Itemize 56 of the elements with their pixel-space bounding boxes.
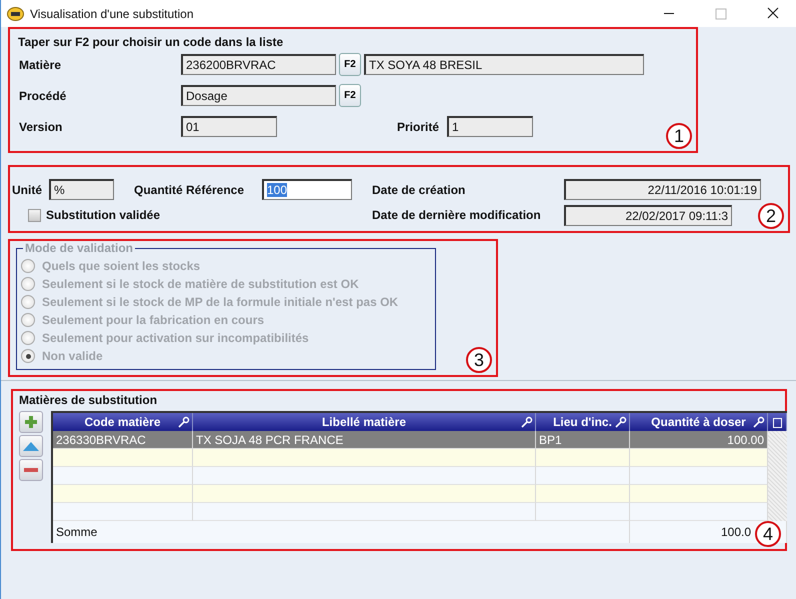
column-header[interactable]: Quantité à doser [630, 413, 768, 431]
search-icon[interactable] [753, 416, 765, 428]
field-label: Unité [12, 182, 43, 196]
triangle-up-icon [23, 442, 39, 450]
minus-icon [24, 468, 38, 472]
input-field[interactable]: TX SOYA 48 BRESIL [364, 54, 644, 75]
field-label: Date de dernière modification [372, 208, 542, 222]
checkbox-label: Substitution validée [46, 208, 162, 222]
field-label: Procédé [19, 88, 68, 102]
field-label: Priorité [397, 120, 440, 134]
column-header[interactable]: Libellé matière [193, 413, 536, 431]
move-up-button[interactable] [19, 435, 43, 457]
plus-icon [24, 415, 38, 429]
field-label: Matière [19, 58, 62, 72]
column-header[interactable]: Code matière [53, 413, 193, 431]
table-cell: TX SOJA 48 PCR FRANCE [193, 431, 536, 449]
callout-badge: 3 [466, 347, 492, 373]
table-cell: 100.00 [630, 431, 768, 449]
callout-badge: 1 [666, 123, 692, 149]
date-field: 22/11/2016 10:01:19 [564, 179, 761, 200]
input-field[interactable]: 1 [447, 116, 533, 137]
field-label: Version [19, 120, 64, 134]
field-label: Date de création [372, 182, 466, 196]
scrollbar[interactable] [768, 431, 787, 521]
window-title: Visualisation d'une substitution [30, 6, 195, 20]
radio-label: Seulement pour la fabrication en cours [42, 313, 264, 327]
radio-label: Seulement si le stock de matière de substitution est OK [42, 277, 359, 291]
callout-badge: 2 [758, 203, 784, 229]
app-logo-icon [7, 6, 24, 21]
column-header[interactable]: Lieu d'inc. [536, 413, 630, 431]
lookup-button[interactable]: F2 [339, 84, 361, 107]
search-icon[interactable] [615, 416, 627, 428]
checkbox[interactable] [28, 208, 41, 222]
lookup-button[interactable]: F2 [339, 53, 361, 76]
radio-label: Seulement si le stock de MP de la formule initiale n'est pas OK [42, 295, 398, 309]
input-field[interactable]: % [49, 179, 114, 200]
group-legend: Taper sur F2 pour choisir un code dans la liste [18, 35, 284, 49]
add-button[interactable] [19, 411, 43, 433]
input-field[interactable]: 01 [181, 116, 277, 137]
column-settings-button[interactable] [768, 413, 787, 431]
radio-label: Quels que soient les stocks [42, 259, 200, 273]
sum-label: Somme [53, 521, 630, 543]
group-legend: Mode de validation [23, 241, 136, 255]
group-legend: Matières de substitution [19, 393, 158, 407]
date-field: 22/02/2017 09:11:3 [564, 204, 732, 226]
field-label: Quantité Référence [134, 182, 246, 196]
table-cell: BP1 [536, 431, 630, 449]
input-field[interactable]: 236200BRVRAC [181, 54, 336, 75]
radio-label: Seulement pour activation sur incompatibilités [42, 331, 309, 345]
radio-label: Non valide [42, 349, 103, 363]
table-cell: 236330BRVRAC [53, 431, 193, 449]
remove-button[interactable] [19, 459, 43, 481]
input-field[interactable]: 100 [262, 179, 352, 200]
input-field[interactable]: Dosage [181, 85, 336, 106]
search-icon[interactable] [178, 416, 190, 428]
search-icon[interactable] [521, 416, 533, 428]
